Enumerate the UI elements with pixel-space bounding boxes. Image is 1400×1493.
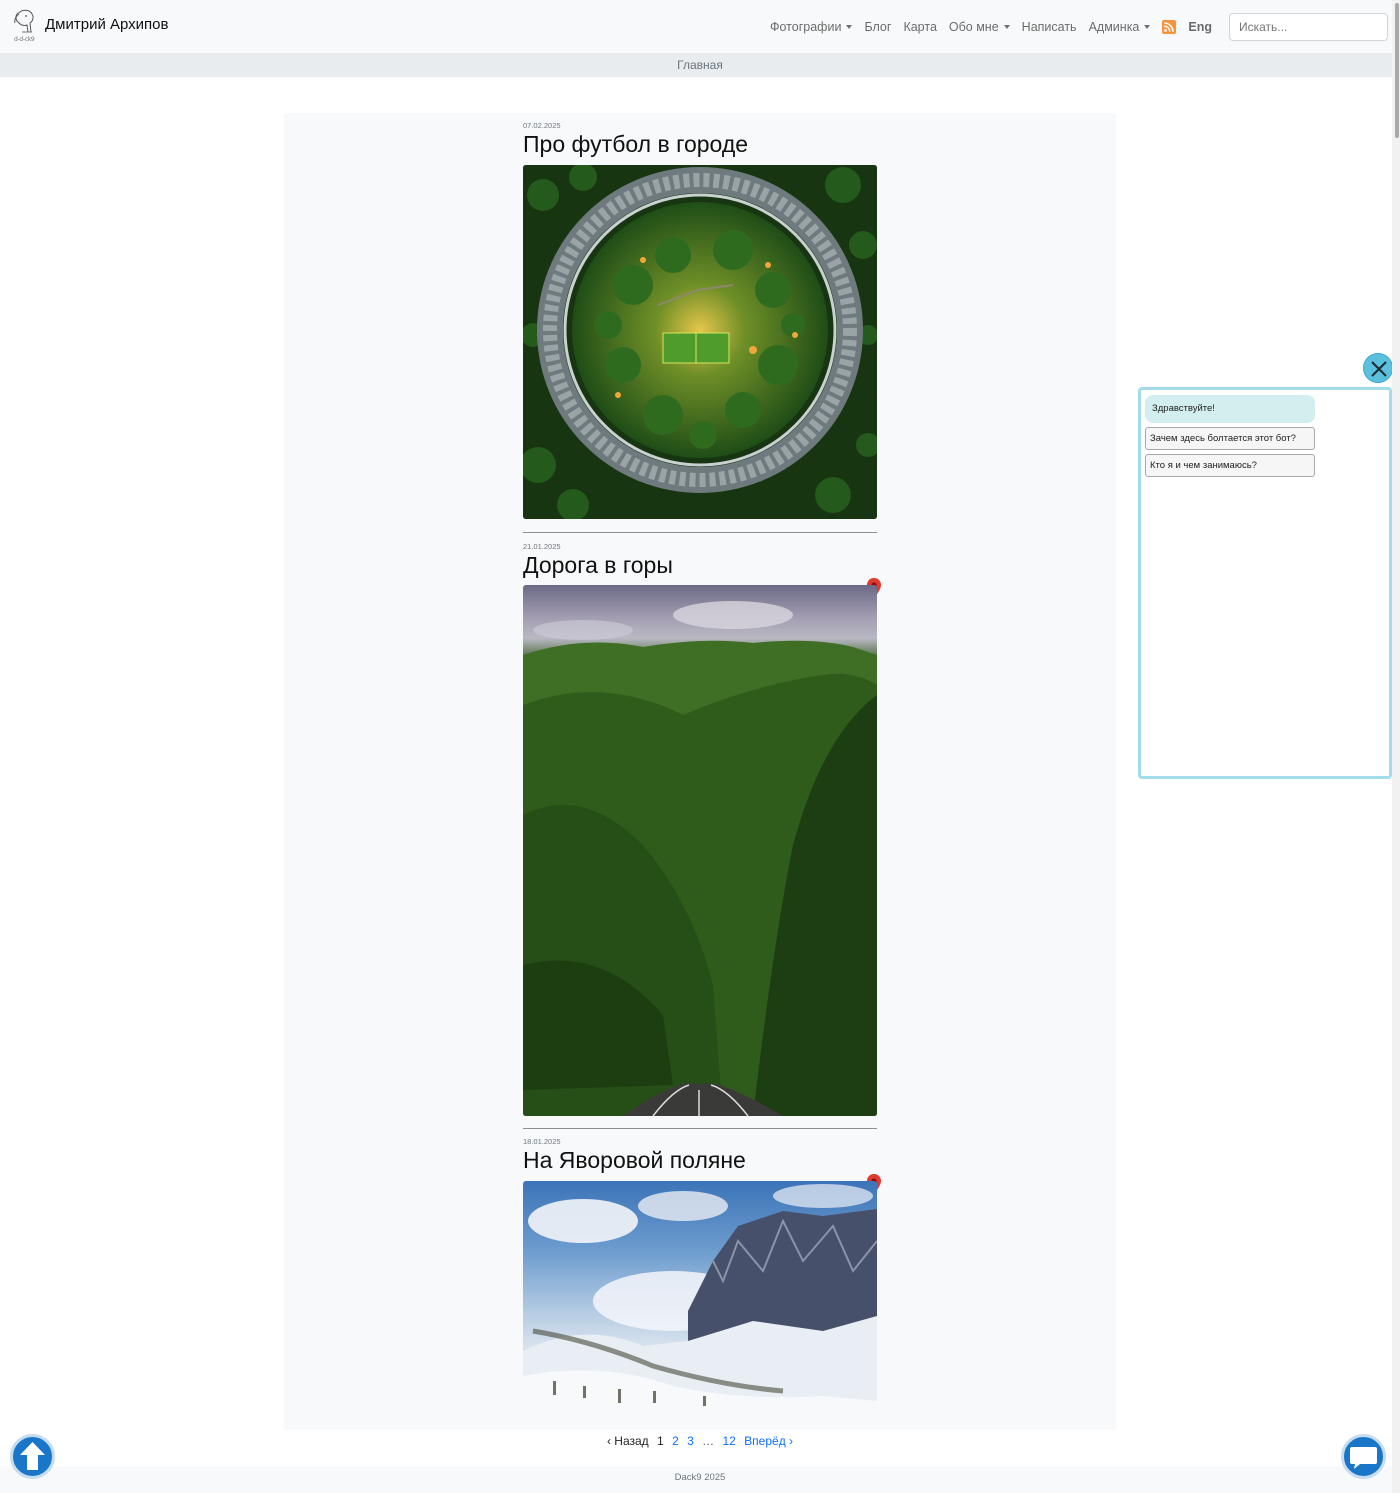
page-scrollbar[interactable]	[1392, 0, 1400, 1493]
dog-logo-icon: d-d-ck9	[10, 8, 42, 44]
post-divider	[523, 532, 877, 533]
nav-admin-dropdown[interactable]: Админка	[1083, 20, 1157, 34]
nav-blog-label: Блог	[864, 19, 892, 34]
pagination-page-link[interactable]: 2	[672, 1434, 679, 1448]
post-date: 18.01.2025	[523, 1137, 561, 1146]
search-input[interactable]	[1229, 13, 1388, 41]
pagination-page-link[interactable]: 3	[687, 1434, 694, 1448]
post-photo-round-building[interactable]	[523, 165, 877, 519]
site-name: Дмитрий Архипов	[45, 15, 169, 33]
post-header: 21.01.2025 Дорога в горы	[523, 542, 877, 579]
breadcrumb: Главная	[0, 53, 1400, 77]
post-header: 07.02.2025 Про футбол в городе	[523, 121, 877, 158]
chat-option-why-bot[interactable]: Зачем здесь болтается этот бот?	[1145, 427, 1315, 450]
close-icon	[1371, 361, 1387, 377]
chat-close-button[interactable]	[1363, 353, 1393, 383]
nav-about-dropdown[interactable]: Обо мне	[943, 20, 1016, 34]
nav-map-label: Карта	[903, 19, 937, 34]
scroll-to-top-button[interactable]	[10, 1434, 55, 1479]
chat-bot-window: Здравствуйте! Зачем здесь болтается этот…	[1138, 387, 1392, 779]
post-title[interactable]: Про футбол в городе	[523, 130, 877, 158]
pagination-next[interactable]: Вперёд ›	[744, 1434, 793, 1448]
nav-photos-label: Фотографии	[770, 19, 842, 34]
post-title[interactable]: На Яворовой поляне	[523, 1146, 877, 1174]
main-nav: Фотографии Блог Карта Обо мне Написать А…	[764, 0, 1218, 53]
nav-photos-dropdown[interactable]: Фотографии	[764, 20, 858, 34]
pagination-ellipsis: …	[702, 1434, 715, 1448]
post-date: 21.01.2025	[523, 542, 561, 551]
pagination-last-page[interactable]: 12	[722, 1434, 735, 1448]
nav-write-label: Написать	[1021, 19, 1077, 34]
nav-blog[interactable]: Блог	[858, 20, 897, 34]
nav-map[interactable]: Карта	[897, 20, 942, 34]
open-chat-button[interactable]	[1341, 1434, 1386, 1479]
top-navbar: d-d-ck9 Дмитрий Архипов Фотографии Блог …	[0, 0, 1400, 53]
post-photo-snowy-mountains[interactable]	[523, 1181, 877, 1418]
post-title[interactable]: Дорога в горы	[523, 551, 877, 579]
pagination: ‹ Назад 1 2 3 … 12 Вперёд ›	[0, 1434, 1400, 1448]
footer-copyright: Dack9 2025	[674, 1472, 726, 1483]
chat-option-who-am-i[interactable]: Кто я и чем занимаюсь?	[1145, 454, 1315, 477]
post-header: 18.01.2025 На Яворовой поляне	[523, 1137, 877, 1174]
caret-down-icon	[846, 24, 853, 29]
brand-link[interactable]: d-d-ck9 Дмитрий Архипов	[10, 8, 168, 44]
nav-write[interactable]: Написать	[1016, 20, 1083, 34]
pagination-prev[interactable]: ‹ Назад	[607, 1434, 649, 1448]
post-photo-mountain-road[interactable]	[523, 585, 877, 1116]
arrow-up-icon	[20, 1442, 45, 1470]
caret-down-icon	[1144, 24, 1151, 29]
logo-text: d-d-ck9	[14, 36, 35, 43]
rss-icon[interactable]	[1162, 19, 1177, 34]
post-date: 07.02.2025	[523, 121, 561, 130]
caret-down-icon	[1003, 24, 1010, 29]
chat-greeting-bubble: Здравствуйте!	[1145, 395, 1315, 423]
chat-bubble-icon	[1350, 1447, 1377, 1469]
footer: Dack9 2025	[0, 1466, 1400, 1493]
pagination-current-page: 1	[657, 1434, 664, 1448]
nav-about-label: Обо мне	[948, 19, 999, 34]
post-divider	[523, 1128, 877, 1129]
scrollbar-thumb[interactable]	[1395, 3, 1399, 138]
nav-admin-label: Админка	[1088, 19, 1140, 34]
language-switch[interactable]: Eng	[1182, 20, 1218, 34]
